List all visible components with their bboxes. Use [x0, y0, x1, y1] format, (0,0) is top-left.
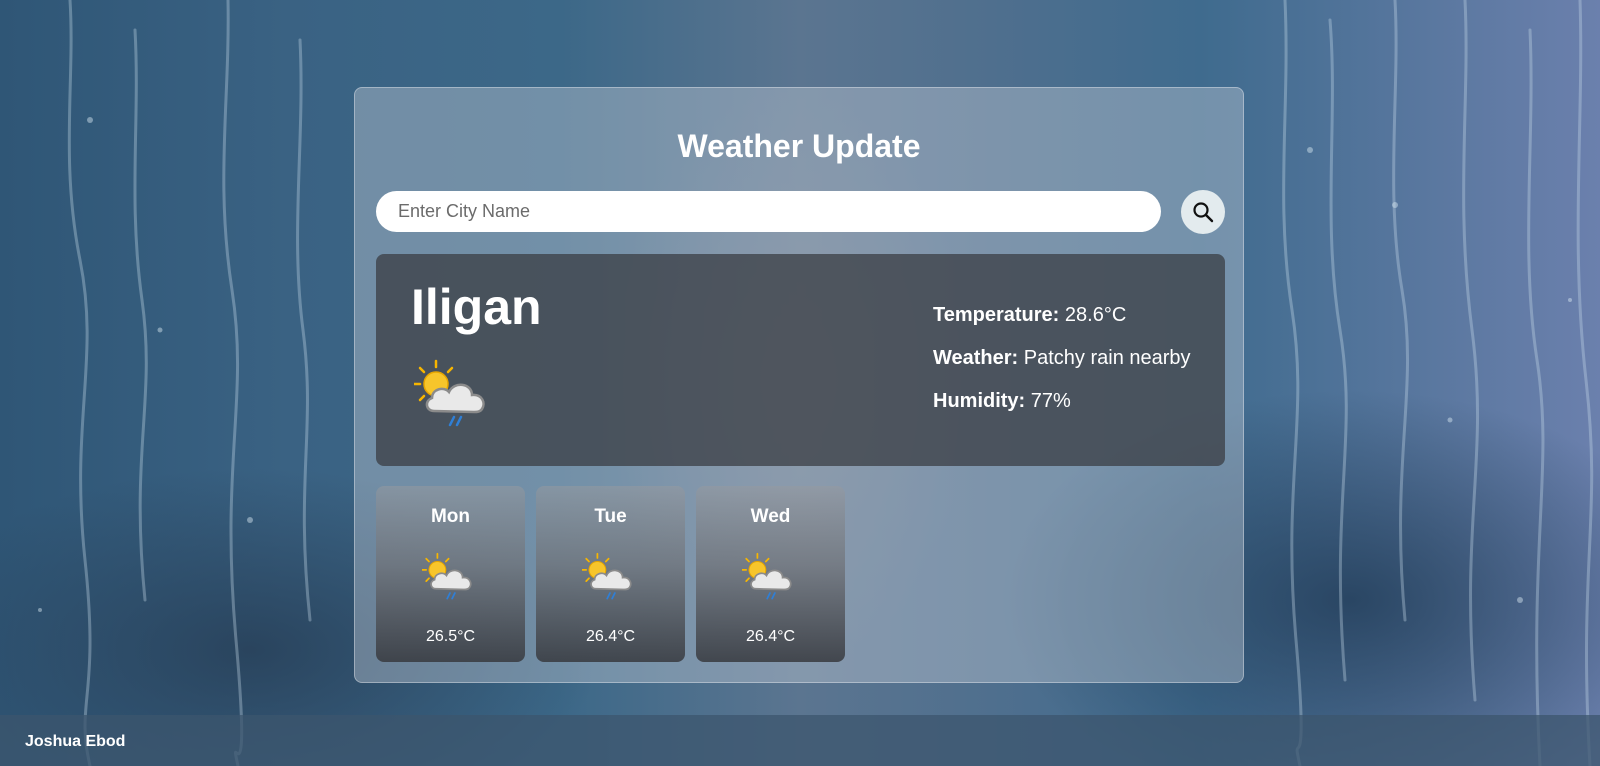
weather-value: Patchy rain nearby: [1023, 347, 1191, 369]
forecast-day: Tue: [594, 506, 627, 527]
forecast-card-tue: Tue 26.4°C: [536, 486, 685, 662]
search-button[interactable]: [1181, 190, 1225, 234]
partly-cloudy-rain-icon: [742, 552, 792, 600]
temperature-row: Temperature: 28.6°C: [933, 304, 1191, 326]
partly-cloudy-rain-icon: [582, 552, 632, 600]
humidity-row: Humidity: 77%: [933, 390, 1191, 412]
partly-cloudy-rain-icon: [414, 359, 485, 427]
temperature-label: Temperature:: [933, 304, 1060, 326]
partly-cloudy-rain-icon: [422, 552, 472, 600]
city-name: Iligan: [411, 279, 542, 335]
humidity-label: Humidity:: [933, 390, 1026, 412]
current-weather-panel: Iligan Temperature: 28.6°C Weather: Patc…: [376, 254, 1225, 466]
forecast-temp: 26.4°C: [585, 628, 636, 645]
weather-details: Temperature: 28.6°C Weather: Patchy rain…: [933, 304, 1191, 433]
forecast-card-mon: Mon 26.5°C: [376, 486, 525, 662]
humidity-value: 77%: [1030, 390, 1071, 412]
weather-label: Weather:: [933, 347, 1019, 369]
city-search-input[interactable]: [376, 191, 1161, 232]
condition-row: Weather: Patchy rain nearby: [933, 347, 1191, 369]
forecast-day: Wed: [750, 506, 791, 527]
footer: Joshua Ebod: [0, 715, 1600, 766]
forecast-temp: 26.4°C: [745, 628, 796, 645]
forecast-card-wed: Wed 26.4°C: [696, 486, 845, 662]
page-title: Weather Update: [677, 128, 921, 164]
temperature-value: 28.6°C: [1064, 304, 1127, 326]
footer-author: Joshua Ebod: [25, 733, 126, 750]
weather-card: Weather Update Iligan Temperature:: [354, 87, 1244, 683]
forecast-day: Mon: [430, 506, 471, 527]
forecast-temp: 26.5°C: [425, 628, 476, 645]
search-icon: [1193, 202, 1214, 223]
